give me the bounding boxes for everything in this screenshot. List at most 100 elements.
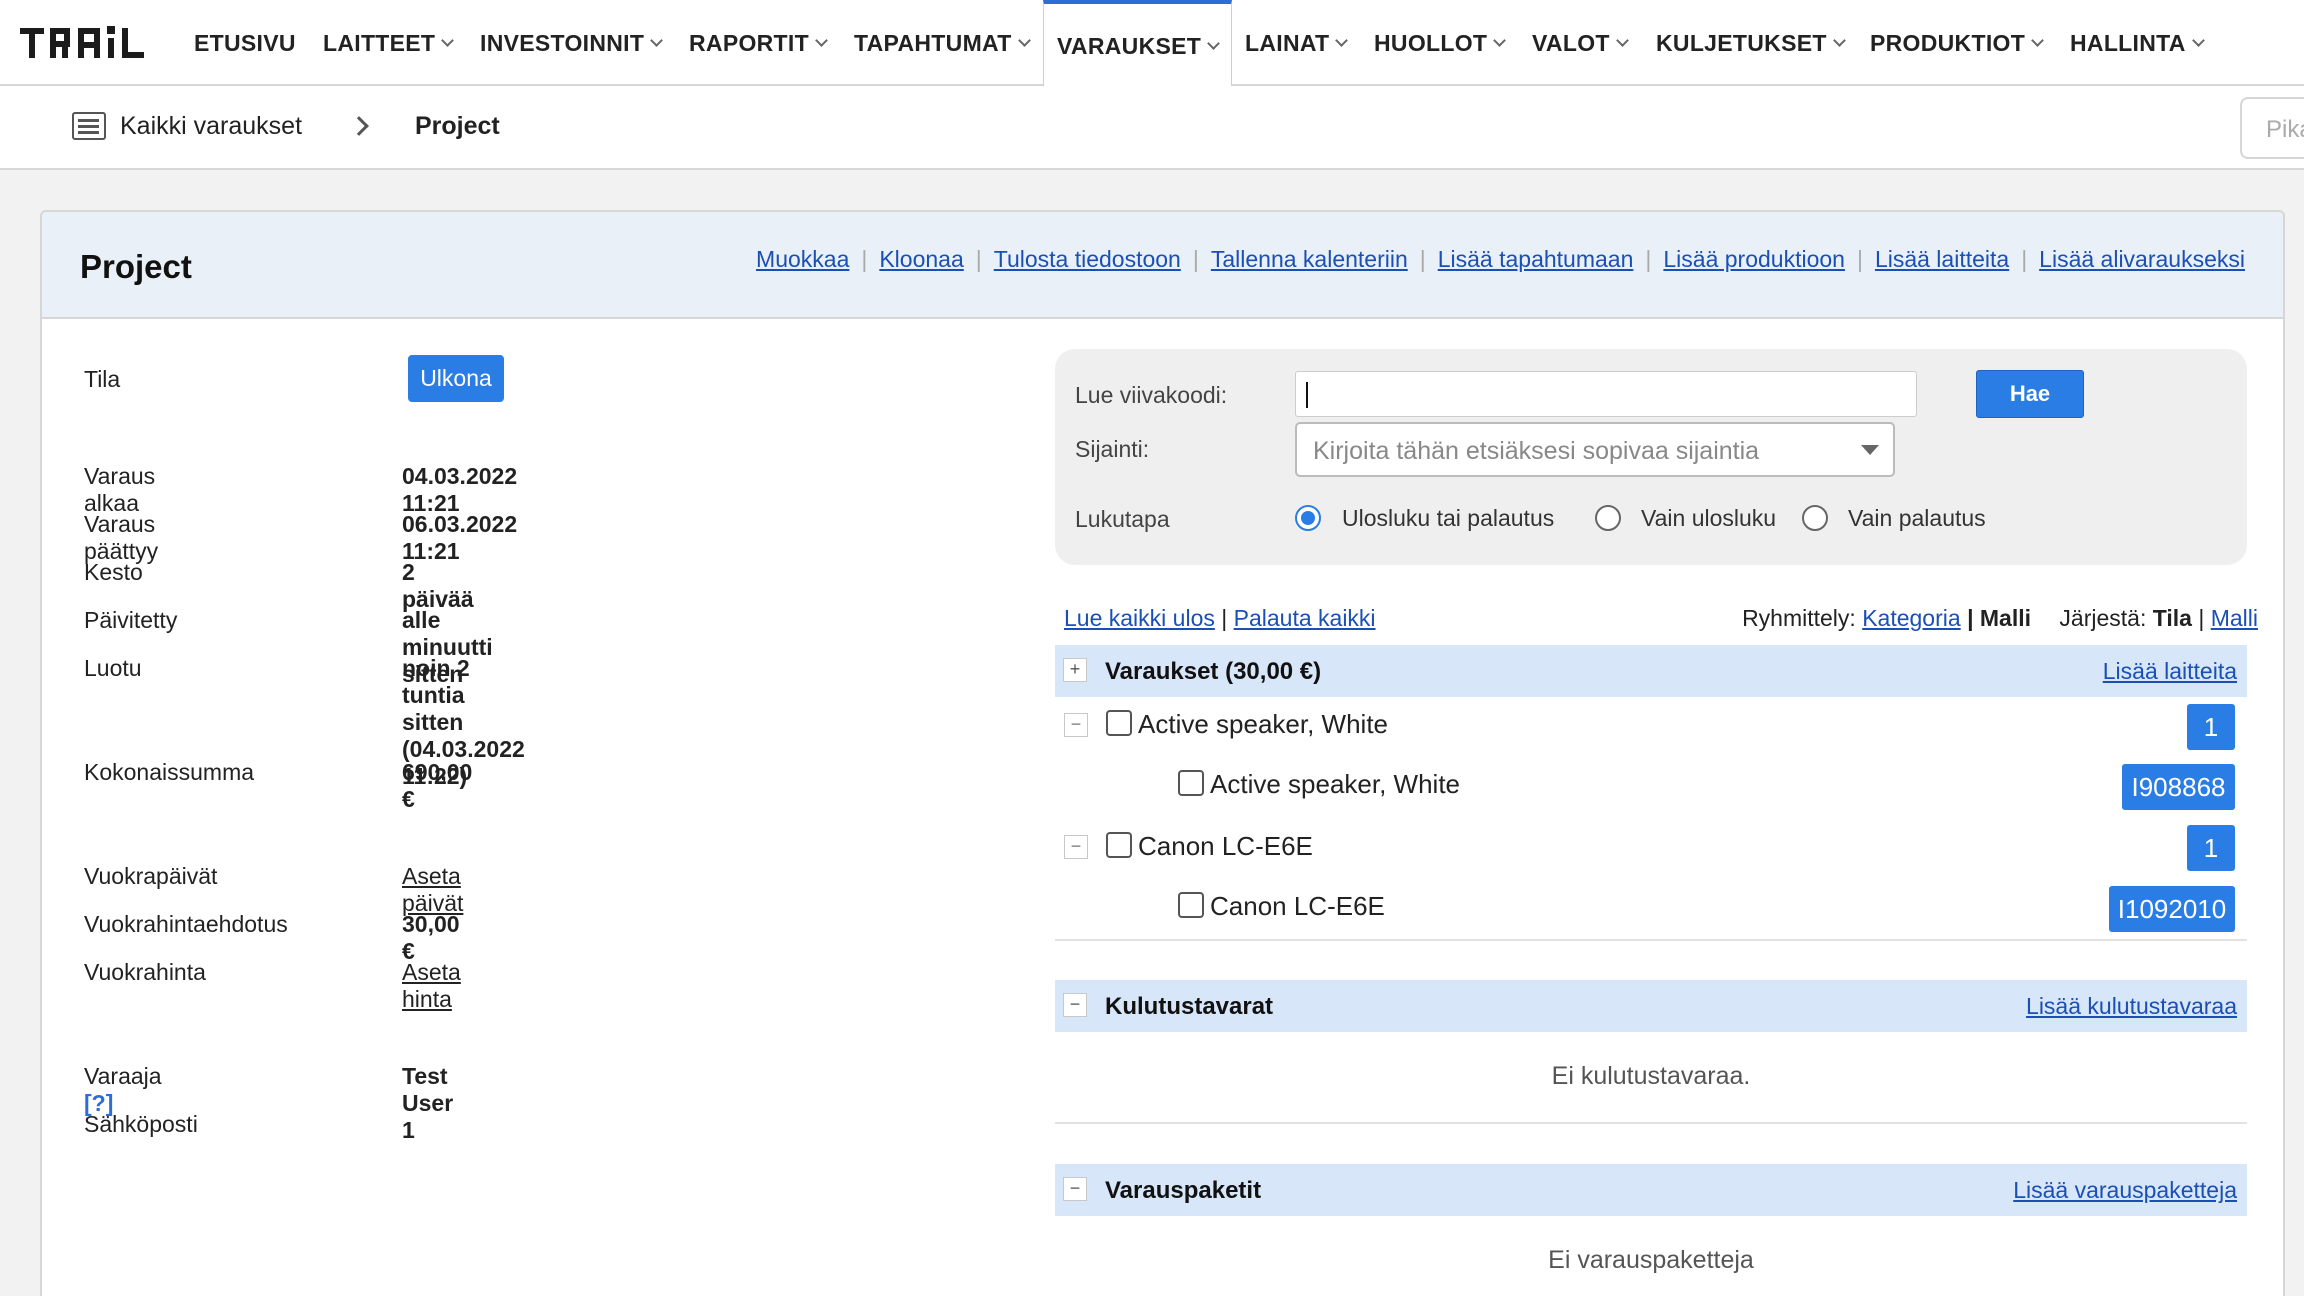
nav-etusivu[interactable]: ETUSIVU: [194, 0, 296, 86]
count-badge: 1: [2187, 825, 2235, 871]
duration-value: 2 päivää: [402, 559, 474, 612]
total-value: 690,00 €: [402, 759, 473, 812]
add-packages-link[interactable]: Lisää varauspaketteja: [2013, 1177, 2237, 1204]
section-title: Varauspaketit: [1105, 1177, 1262, 1204]
booker-value: Test User 1: [402, 1063, 454, 1143]
trail-logo[interactable]: [20, 22, 160, 64]
nav-kuljetukset[interactable]: KULJETUKSET: [1656, 0, 1846, 86]
rental-suggest-value: 30,00 €: [402, 911, 460, 964]
rental-suggest-label: Vuokrahintaehdotus: [84, 911, 288, 937]
start-label: Varaus alkaa: [84, 463, 156, 516]
radio-out-or-return[interactable]: [1295, 505, 1321, 531]
edit-link[interactable]: Muokkaa: [756, 246, 849, 273]
divider: [1055, 939, 2247, 941]
radio-out-only[interactable]: [1595, 505, 1621, 531]
nav-label: INVESTOINNIT: [480, 29, 645, 56]
chevron-down-icon: [1615, 34, 1629, 47]
breadcrumb-current: Project: [415, 112, 500, 140]
nav-produktiot[interactable]: PRODUKTIOT: [1870, 0, 2044, 86]
unit-code-badge[interactable]: I1092010: [2109, 886, 2235, 932]
collapse-toggle[interactable]: −: [1063, 1177, 1087, 1201]
read-mode-label: Lukutapa: [1075, 506, 1170, 532]
booking-panel: Project Muokkaa | Kloonaa | Tulosta tiedos…: [40, 210, 2285, 1296]
add-items-link[interactable]: Lisää laitteita: [1875, 246, 2009, 273]
separator: |: [861, 246, 868, 272]
nav-investoinnit[interactable]: INVESTOINNIT: [480, 0, 664, 86]
add-as-sub-booking-link[interactable]: Lisää alivaraukseksi: [2039, 246, 2245, 273]
nav-label: PRODUKTIOT: [1870, 29, 2026, 56]
set-price-link[interactable]: Aseta hinta: [402, 959, 461, 1013]
separator: |: [1221, 605, 1228, 631]
add-to-production-link[interactable]: Lisää produktioon: [1663, 246, 1845, 273]
location-placeholder: Kirjoita tähän etsiäksesi sopivaa sijain…: [1313, 437, 1760, 465]
clone-link[interactable]: Kloonaa: [879, 246, 963, 273]
rental-price-label: Vuokrahinta: [84, 959, 206, 985]
chevron-down-icon: [1335, 34, 1349, 47]
unit-checkbox[interactable]: [1178, 892, 1204, 918]
sort-by-status-active: Tila: [2152, 605, 2192, 631]
separator: |: [1192, 246, 1199, 272]
grouping-sort-controls: Ryhmittely: Kategoria | Malli Järjestä: …: [1742, 605, 2258, 632]
add-consumables-link[interactable]: Lisää kulutustavaraa: [2026, 993, 2237, 1020]
separator: |: [975, 246, 982, 272]
sort-label: Järjestä:: [2059, 605, 2147, 631]
unit-checkbox[interactable]: [1178, 770, 1204, 796]
consumables-section-header: − Kulutustavarat Lisää kulutustavaraa: [1055, 980, 2247, 1032]
nav-raportit[interactable]: RAPORTIT: [689, 0, 828, 86]
quick-search-input[interactable]: Pika: [2240, 97, 2304, 159]
radio-label: Vain palautus: [1848, 505, 1986, 531]
item-checkbox[interactable]: [1106, 832, 1132, 858]
nav-valot[interactable]: VALOT: [1532, 0, 1629, 86]
top-navigation: ETUSIVU LAITTEET INVESTOINNIT RAPORTIT T…: [0, 0, 2304, 88]
booker-label: Varaaja: [84, 1063, 162, 1089]
radio-label: Vain ulosluku: [1641, 505, 1777, 531]
collapse-toggle[interactable]: −: [1063, 993, 1087, 1017]
radio-return-only[interactable]: [1802, 505, 1828, 531]
nav-label: RAPORTIT: [689, 29, 809, 56]
unit-name: Canon LC-E6E: [1210, 891, 1385, 921]
add-items-link[interactable]: Lisää laitteita: [2103, 658, 2237, 685]
grouping-label: Ryhmittely:: [1742, 605, 1856, 631]
search-button[interactable]: Hae: [1976, 370, 2084, 418]
nav-hallinta[interactable]: HALLINTA: [2070, 0, 2205, 86]
chevron-down-icon: [2191, 34, 2205, 47]
save-calendar-link[interactable]: Tallenna kalenteriin: [1211, 246, 1408, 273]
chevron-down-icon: [650, 34, 664, 47]
add-to-event-link[interactable]: Lisää tapahtumaan: [1438, 246, 1634, 273]
nav-tapahtumat[interactable]: TAPAHTUMAT: [854, 0, 1031, 86]
nav-lainat[interactable]: LAINAT: [1245, 0, 1349, 86]
nav-laitteet[interactable]: LAITTEET: [323, 0, 455, 86]
nav-huollot[interactable]: HUOLLOT: [1374, 0, 1507, 86]
nav-label: VALOT: [1532, 29, 1610, 56]
sort-by-model-link[interactable]: Malli: [2211, 605, 2258, 631]
total-label: Kokonaissumma: [84, 759, 255, 785]
collapse-toggle[interactable]: −: [1064, 713, 1088, 737]
created-label: Luotu: [84, 655, 142, 681]
expand-toggle[interactable]: +: [1063, 658, 1087, 682]
end-value: 06.03.2022 11:21: [402, 511, 518, 564]
separator: |: [1645, 246, 1652, 272]
group-by-category-link[interactable]: Kategoria: [1862, 605, 1960, 631]
breadcrumb-all-bookings[interactable]: Kaikki varaukset: [120, 112, 302, 141]
status-badge: Ulkona: [408, 355, 504, 402]
set-days-link[interactable]: Aseta päivät: [402, 863, 463, 917]
barcode-scan-box: Lue viivakoodi: Hae Sijainti: Kirjoita t…: [1055, 349, 2247, 565]
nav-varaukset[interactable]: VARAUKSET: [1043, 0, 1233, 88]
barcode-label: Lue viivakoodi:: [1075, 382, 1228, 408]
end-label: Varaus päättyy: [84, 511, 159, 564]
updated-label: Päivitetty: [84, 607, 178, 633]
print-link[interactable]: Tulosta tiedostoon: [994, 246, 1181, 273]
item-checkbox[interactable]: [1106, 710, 1132, 736]
read-all-out-link[interactable]: Lue kaikki ulos: [1064, 605, 1215, 631]
unit-code-badge[interactable]: I908868: [2122, 764, 2235, 810]
collapse-toggle[interactable]: −: [1064, 835, 1088, 859]
email-label: Sähköposti: [84, 1111, 198, 1137]
divider: [1055, 1122, 2247, 1124]
barcode-input[interactable]: [1295, 371, 1917, 417]
bookings-section-header: + Varaukset (30,00 €) Lisää laitteita: [1055, 645, 2247, 697]
status-label: Tila: [84, 366, 121, 392]
return-all-link[interactable]: Palauta kaikki: [1234, 605, 1376, 631]
nav-label: HALLINTA: [2070, 29, 2186, 56]
location-select[interactable]: Kirjoita tähän etsiäksesi sopivaa sijain…: [1295, 422, 1895, 477]
dropdown-arrow-icon: [1861, 445, 1879, 455]
